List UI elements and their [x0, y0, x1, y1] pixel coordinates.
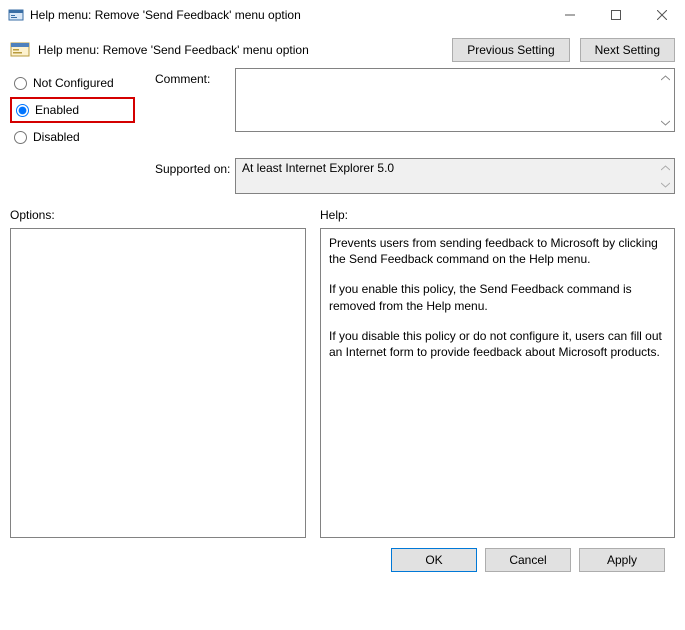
supported-on-box: At least Internet Explorer 5.0: [235, 158, 675, 194]
options-pane: [10, 228, 306, 538]
titlebar: Help menu: Remove 'Send Feedback' menu o…: [0, 0, 685, 30]
comment-textarea[interactable]: [235, 68, 675, 132]
scroll-up-icon: [657, 159, 674, 176]
close-button[interactable]: [639, 0, 685, 30]
radio-enabled-label: Enabled: [35, 103, 79, 117]
comment-scrollbar[interactable]: [657, 69, 674, 131]
scroll-down-icon: [657, 114, 674, 131]
ok-button[interactable]: OK: [391, 548, 477, 572]
radio-not-configured[interactable]: Not Configured: [10, 70, 155, 96]
dialog-footer: OK Cancel Apply: [10, 538, 675, 572]
help-label: Help:: [320, 208, 348, 222]
window-title: Help menu: Remove 'Send Feedback' menu o…: [30, 8, 547, 22]
maximize-button[interactable]: [593, 0, 639, 30]
radio-enabled-input[interactable]: [16, 104, 29, 117]
minimize-button[interactable]: [547, 0, 593, 30]
window-controls: [547, 0, 685, 30]
previous-setting-button[interactable]: Previous Setting: [452, 38, 569, 62]
comment-label: Comment:: [155, 68, 235, 86]
radio-disabled-label: Disabled: [33, 130, 80, 144]
supported-label: Supported on:: [155, 158, 235, 176]
policy-header-icon: [10, 40, 30, 60]
scroll-down-icon: [657, 176, 674, 193]
radio-enabled[interactable]: Enabled: [10, 97, 135, 123]
radio-disabled-input[interactable]: [14, 131, 27, 144]
next-setting-button[interactable]: Next Setting: [580, 38, 675, 62]
help-paragraph-1: Prevents users from sending feedback to …: [329, 235, 666, 267]
help-paragraph-2: If you enable this policy, the Send Feed…: [329, 281, 666, 313]
help-paragraph-3: If you disable this policy or do not con…: [329, 328, 666, 360]
state-radio-group: Not Configured Enabled Disabled: [10, 68, 155, 150]
supported-on-value: At least Internet Explorer 5.0: [242, 161, 394, 175]
apply-button[interactable]: Apply: [579, 548, 665, 572]
radio-disabled[interactable]: Disabled: [10, 124, 155, 150]
radio-not-configured-label: Not Configured: [33, 76, 114, 90]
cancel-button[interactable]: Cancel: [485, 548, 571, 572]
supported-scrollbar: [657, 159, 674, 193]
options-label: Options:: [10, 208, 320, 222]
policy-icon: [8, 7, 24, 23]
scroll-up-icon: [657, 69, 674, 86]
policy-name: Help menu: Remove 'Send Feedback' menu o…: [38, 43, 309, 57]
help-pane: Prevents users from sending feedback to …: [320, 228, 675, 538]
radio-not-configured-input[interactable]: [14, 77, 27, 90]
